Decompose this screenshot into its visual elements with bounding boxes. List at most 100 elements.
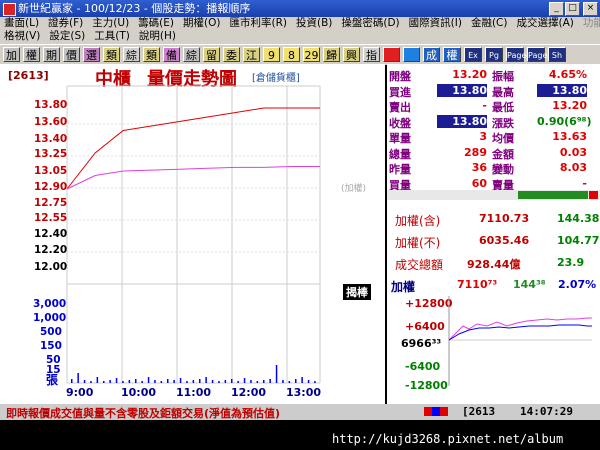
toolbar-button[interactable]: 29 [303, 47, 320, 62]
volume-bar [250, 380, 252, 383]
menu-item[interactable]: 匯市利率(R) [225, 17, 292, 30]
time-axis-label: 13:00 [286, 386, 322, 399]
minimize-button[interactable]: _ [549, 2, 564, 16]
app-icon [3, 3, 16, 16]
volume-bar [154, 380, 156, 383]
time-axis-label: 12:00 [231, 386, 267, 399]
toolbar-button[interactable] [403, 47, 420, 62]
menu-item[interactable]: 功能操作(E) [579, 17, 600, 30]
volume-bar [160, 381, 163, 383]
average-price-line [66, 166, 320, 190]
toolbar-button[interactable]: 興 [343, 47, 360, 62]
toolbar-button[interactable]: 江 [243, 47, 260, 62]
volume-bar [167, 379, 169, 383]
menu-item[interactable]: 畫面(L) [0, 17, 44, 30]
price-axis-label: 13.60 [34, 116, 68, 128]
toolbar-button[interactable]: Page [506, 47, 526, 62]
toolbar-button[interactable]: 8 [283, 47, 300, 62]
toolbar-button[interactable]: 指 [363, 47, 380, 62]
toolbar-button[interactable]: 成 [423, 47, 440, 62]
menu-item[interactable]: 期權(O) [179, 17, 225, 30]
menu-item[interactable]: 成交選擇(A) [512, 17, 578, 30]
volume-bar [186, 381, 188, 383]
toolbar-button[interactable]: 綜 [183, 47, 200, 62]
volume-bar [237, 381, 239, 383]
menu-item[interactable]: 國際資訊(I) [405, 17, 467, 30]
menu-item[interactable]: 金融(C) [467, 17, 513, 30]
price-axis-label: 12.90 [34, 181, 68, 193]
toolbar-button[interactable]: 類 [103, 47, 120, 62]
volume-bar [122, 381, 124, 383]
maximize-button[interactable]: □ [565, 2, 580, 16]
volume-bar [71, 379, 73, 383]
volume-bar [218, 381, 220, 383]
toolbar-button[interactable] [383, 47, 400, 62]
volume-bar [83, 380, 86, 383]
menu-item[interactable]: 操盤密碼(D) [337, 17, 404, 30]
toolbar-button[interactable]: Sh [548, 47, 566, 62]
volume-bar [77, 373, 79, 383]
volume-bar [103, 381, 105, 383]
toolbar-button[interactable]: 權 [443, 47, 461, 62]
volume-bar [141, 381, 143, 383]
price-line [66, 107, 320, 190]
volume-bar [288, 381, 291, 383]
volume-bar [295, 379, 297, 383]
volume-bar [128, 380, 131, 383]
volume-bar [205, 377, 207, 383]
time-axis-label: 10:00 [121, 386, 157, 399]
status-bar: 即時報價成交值與量不含零股及鉅額交易(淨值為預估值) [2613 14:07:2… [0, 404, 600, 420]
toolbar-button[interactable]: 備 [163, 47, 180, 62]
toolbar-button[interactable]: 期 [43, 47, 60, 62]
volume-bar [263, 380, 265, 383]
volume-axis-label: 3,000 [33, 298, 67, 310]
toolbar-button[interactable]: 類 [143, 47, 160, 62]
price-axis-label: 12.00 [34, 261, 68, 273]
volume-axis-label: 500 [40, 326, 62, 338]
volume-bar [224, 380, 227, 383]
menu-row-2: 格視(V) 設定(S) 工具(T) 說明(H) [0, 30, 181, 43]
menu-item[interactable]: 設定(S) [45, 30, 90, 43]
menu-item[interactable]: 投資(B) [292, 17, 337, 30]
toolbar-button[interactable]: 價 [63, 47, 80, 62]
toolbar-button[interactable]: 9 [263, 47, 280, 62]
menu-item[interactable]: 格視(V) [0, 30, 45, 43]
volume-bar [90, 381, 92, 383]
volume-bar [173, 380, 175, 383]
menu-item[interactable]: 籌碼(E) [134, 17, 179, 30]
toolbar-button[interactable]: Ex [464, 47, 482, 62]
price-axis-label: 12.40 [34, 228, 68, 240]
toolbar-button[interactable]: Pg [485, 47, 503, 62]
menu-item[interactable]: 證券(F) [44, 17, 88, 30]
volume-axis-label: 1,000 [33, 312, 67, 324]
toolbar-button[interactable]: Page [527, 47, 547, 62]
toolbar-button[interactable]: 綜 [123, 47, 140, 62]
price-axis-label: 12.55 [34, 212, 68, 224]
close-button[interactable]: × [583, 2, 598, 16]
volume-bar [269, 379, 271, 383]
toolbar-button[interactable]: 歸 [323, 47, 340, 62]
price-volume-chart: [2613] 中櫃 量價走勢圖 [倉儲貨櫃] 13.80 13.60 13.40… [0, 64, 385, 404]
time-axis-label: 9:00 [66, 386, 94, 399]
toolbar-button[interactable]: 權 [23, 47, 40, 62]
menu-item[interactable]: 工具(T) [90, 30, 135, 43]
volume-bar [115, 378, 118, 383]
toolbar-button[interactable]: 留 [203, 47, 220, 62]
toolbar-button[interactable]: 加 [3, 47, 20, 62]
volume-axis-label: 150 [40, 340, 62, 352]
footer-code[interactable]: [2613 [462, 405, 495, 418]
menu-bar: 畫面(L) 證券(F) 主力(U) 籌碼(E) 期權(O) 匯市利率(R) 投資(B) 操盤密… [0, 17, 600, 44]
mini-chart [448, 296, 592, 386]
menu-item[interactable]: 主力(U) [88, 17, 134, 30]
toolbar-button[interactable]: 選 [83, 47, 100, 62]
volume-bar [199, 379, 201, 383]
volume-bar [256, 381, 259, 383]
price-axis-label: 13.40 [34, 133, 68, 145]
watermark-bar: http://kujd3268.pixnet.net/album [0, 420, 600, 450]
toolbar-button[interactable]: 委 [223, 47, 240, 62]
quote-panel: 開盤 13.20 振幅 4.65% 買進 13.80 最高 13.80 賣出 - 最低 13.20 收盤… [387, 64, 600, 404]
price-axis-label: 13.25 [34, 148, 68, 160]
volume-bar [282, 380, 284, 383]
volume-bar [301, 377, 303, 383]
menu-item[interactable]: 說明(H) [135, 30, 181, 43]
